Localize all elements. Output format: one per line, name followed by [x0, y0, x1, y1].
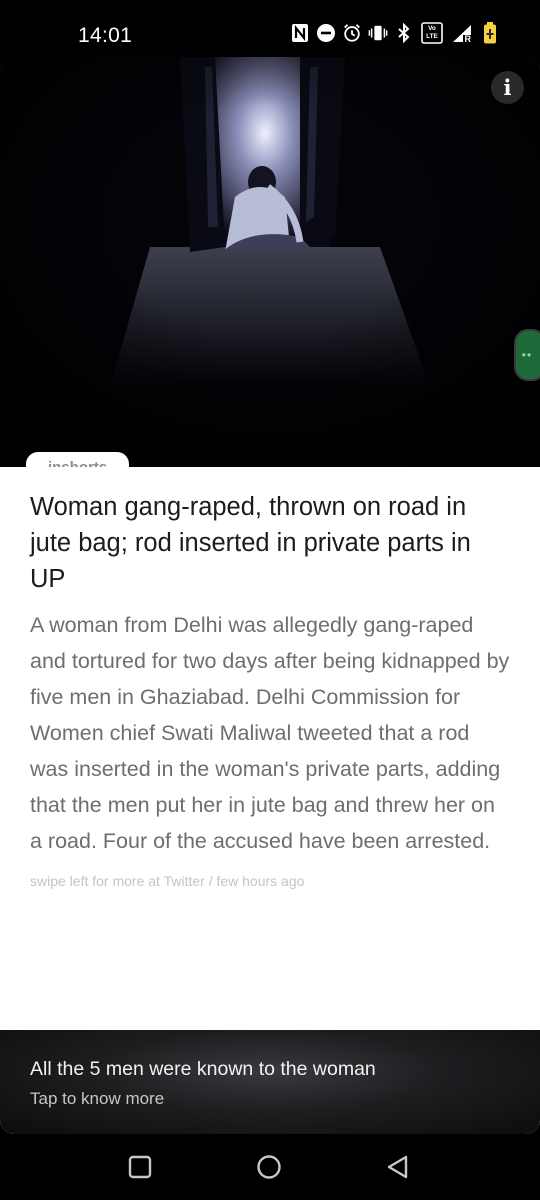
- status-time: 14:01: [78, 24, 133, 47]
- volte-label: Vo LTE: [426, 25, 438, 40]
- vibrate-icon: [368, 22, 388, 44]
- status-icons: Vo LTE R: [290, 22, 500, 44]
- back-button[interactable]: [383, 1152, 413, 1182]
- footer-banner[interactable]: All the 5 men were known to the woman Ta…: [0, 1030, 540, 1134]
- news-card[interactable]: i •• inshorts Woman gang-raped, thrown o…: [0, 57, 540, 1134]
- info-icon: i: [503, 75, 512, 100]
- navigation-bar: [0, 1134, 540, 1200]
- alarm-icon: [342, 22, 362, 44]
- footer-subtitle: Tap to know more: [30, 1089, 165, 1108]
- recents-icon: [128, 1155, 152, 1179]
- article-body: Woman gang-raped, thrown on road in jute…: [0, 467, 540, 1030]
- battery-icon: [480, 22, 500, 44]
- dnd-icon: [316, 22, 336, 44]
- article-meta[interactable]: swipe left for more at Twitter / few hou…: [30, 873, 510, 889]
- signal-badge: R: [464, 34, 472, 44]
- footer-title: All the 5 men were known to the woman: [30, 1058, 376, 1080]
- drag-dots-icon: ••: [521, 348, 533, 362]
- side-panel-handle[interactable]: ••: [514, 329, 540, 381]
- signal-icon: R: [450, 22, 474, 44]
- bluetooth-icon: [394, 22, 414, 44]
- volte-icon: Vo LTE: [420, 22, 444, 44]
- recents-button[interactable]: [125, 1152, 155, 1182]
- nfc-icon: [290, 22, 310, 44]
- back-icon: [387, 1155, 408, 1179]
- info-button[interactable]: i: [491, 71, 524, 104]
- home-button[interactable]: [254, 1152, 284, 1182]
- home-icon: [257, 1155, 281, 1179]
- hero-image: i ••: [0, 57, 540, 467]
- article-summary: A woman from Delhi was allegedly gang-ra…: [30, 613, 510, 853]
- article-headline[interactable]: Woman gang-raped, thrown on road in jute…: [30, 489, 510, 597]
- status-bar: 14:01 Vo LTE R: [0, 0, 540, 60]
